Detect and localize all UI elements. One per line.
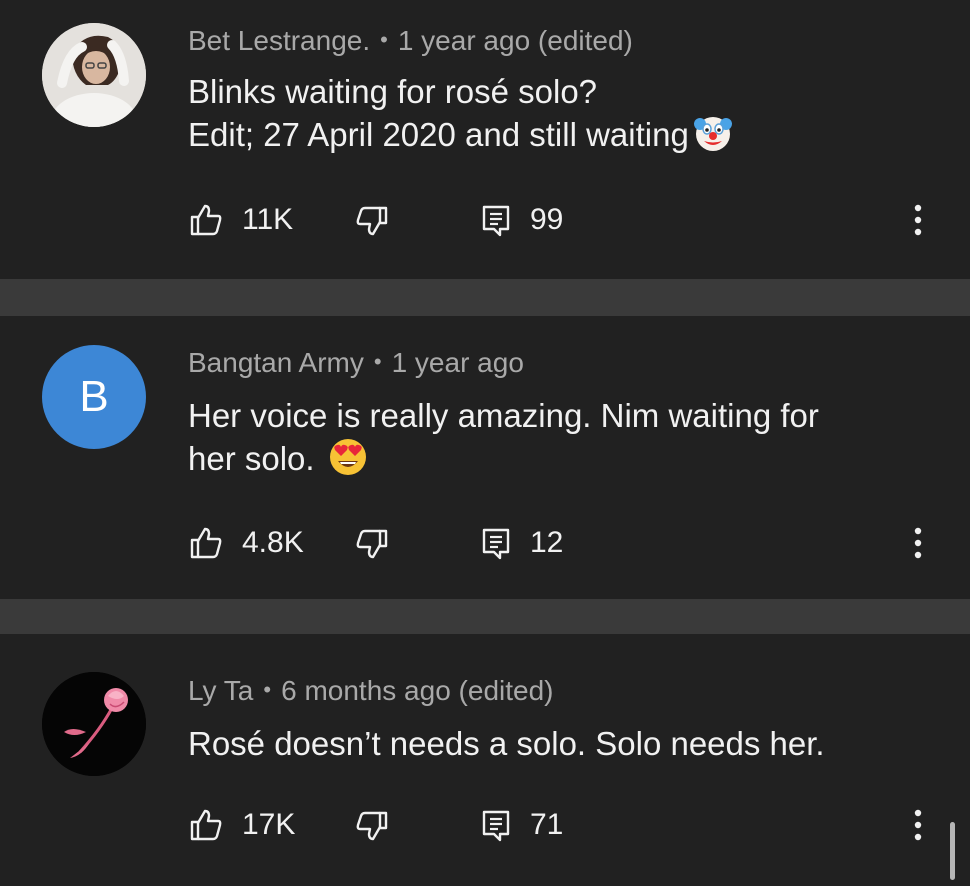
avatar[interactable]: [42, 672, 146, 776]
thumbs-up-icon: [190, 527, 222, 559]
reply-comment-icon: [482, 528, 510, 560]
comment-text-line-with-emoji: Edit; 27 April 2020 and still waiting: [188, 113, 908, 156]
reply-comment-icon: [482, 810, 510, 842]
thumbs-up-icon: [190, 204, 222, 236]
separator-dot: •: [380, 27, 388, 52]
comment-text-line: her solo.: [188, 440, 315, 477]
avatar[interactable]: B: [42, 345, 146, 449]
comment-text-line-with-emoji: her solo.: [188, 437, 908, 480]
more-options-icon[interactable]: [904, 807, 932, 843]
reply-count: 99: [530, 203, 564, 236]
rose-icon: [42, 672, 146, 776]
scrollbar[interactable]: [950, 822, 955, 880]
like-button[interactable]: 11K: [188, 198, 293, 242]
reply-comment-icon: [482, 205, 510, 237]
like-count: 17K: [242, 808, 296, 841]
reply-count: 12: [530, 526, 564, 559]
more-options-icon[interactable]: [904, 202, 932, 238]
avatar-letter: B: [79, 372, 109, 421]
comment-author[interactable]: Bangtan Army: [188, 347, 364, 378]
comment-text-line: Rosé doesn’t needs a solo. Solo needs he…: [188, 725, 825, 762]
comment-body: Her voice is really amazing. Nim waiting…: [188, 394, 908, 480]
comment-meta: Ly Ta • 6 months ago (edited): [188, 675, 553, 707]
comment-body: Blinks waiting for rosé solo? Edit; 27 A…: [188, 70, 908, 156]
thumbs-down-icon: [356, 811, 388, 841]
like-button[interactable]: 4.8K: [188, 521, 304, 565]
comments-feed: Bet Lestrange. • 1 year ago (edited) Blink…: [0, 0, 970, 886]
comment-actions: 11K 99: [188, 198, 948, 242]
comment-body: Rosé doesn’t needs a solo. Solo needs he…: [188, 722, 908, 765]
comment-text-line: Her voice is really amazing. Nim waiting…: [188, 397, 819, 434]
like-count: 4.8K: [242, 526, 304, 559]
comment-author[interactable]: Bet Lestrange.: [188, 25, 370, 56]
comment-meta: Bangtan Army • 1 year ago: [188, 347, 524, 379]
reply-button[interactable]: 99: [480, 198, 563, 242]
comment-text-line: Edit; 27 April 2020 and still waiting: [188, 116, 689, 153]
like-button[interactable]: 17K: [188, 803, 295, 847]
thumbs-down-icon: [356, 206, 388, 236]
avatar-photo-icon: [42, 23, 146, 127]
comment-time: 1 year ago: [391, 347, 524, 378]
clown-face-icon: [693, 117, 732, 151]
comment-actions: 17K 71: [188, 803, 948, 847]
more-options-icon[interactable]: [904, 525, 932, 561]
thumbs-up-icon: [190, 809, 222, 841]
like-count: 11K: [242, 203, 294, 236]
separator-dot: •: [373, 349, 382, 374]
comment-time: 1 year ago (edited): [397, 25, 633, 56]
reply-button[interactable]: 12: [480, 521, 563, 565]
reply-button[interactable]: 71: [480, 803, 563, 847]
avatar[interactable]: [42, 23, 146, 127]
heart-eyes-icon: [329, 439, 366, 475]
comment-actions: 4.8K 12: [188, 521, 948, 565]
comment-item: Ly Ta • 6 months ago (edited) Rosé doesn’t…: [0, 634, 970, 886]
dislike-button[interactable]: [354, 521, 390, 565]
reply-count: 71: [530, 808, 564, 841]
comment-item: B Bangtan Army • 1 year ago Her voice is r…: [0, 316, 970, 599]
comment-meta: Bet Lestrange. • 1 year ago (edited): [188, 25, 633, 57]
dislike-button[interactable]: [354, 803, 390, 847]
thumbs-down-icon: [356, 529, 388, 559]
comment-author[interactable]: Ly Ta: [188, 675, 253, 706]
comment-item: Bet Lestrange. • 1 year ago (edited) Blink…: [0, 0, 970, 279]
dislike-button[interactable]: [354, 198, 390, 242]
comment-time: 6 months ago (edited): [281, 675, 554, 706]
comment-text-line: Blinks waiting for rosé solo?: [188, 73, 598, 110]
separator-dot: •: [263, 677, 272, 702]
